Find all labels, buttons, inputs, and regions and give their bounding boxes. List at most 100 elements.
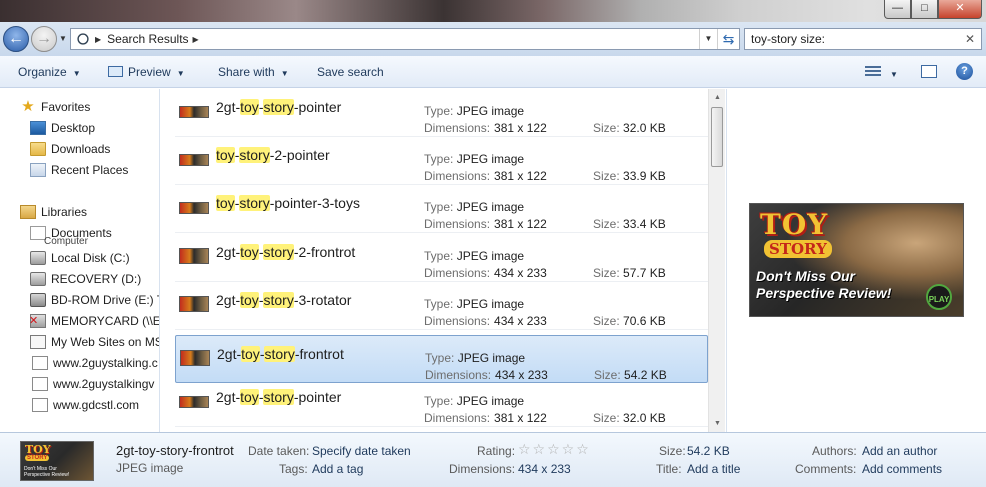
file-type: Type: JPEG image [425,351,525,365]
help-icon[interactable]: ? [956,63,973,80]
address-box[interactable]: ▶ Search Results ▶ ▼ ⇆ [70,28,740,50]
scrollbar-thumb[interactable] [711,107,723,167]
chevron-down-icon: ▼ [890,70,898,79]
sidebar-item-site[interactable]: www.2guystalking.c [30,353,158,373]
dimensions-value: 381 x 122 [494,121,547,135]
search-match-highlight: toy [216,147,235,163]
scroll-down-arrow-icon[interactable]: ▼ [709,415,726,432]
preview-image: TOY STORY Don't Miss Our Perspective Rev… [749,203,964,317]
file-row[interactable]: 2gt-toy-story-pointer Type: JPEG image Dim… [175,89,708,137]
rating-stars[interactable]: ☆☆☆☆☆ [518,441,591,458]
search-match-highlight: story [239,195,270,211]
sidebar-item-label: www.2guystalkingv [53,377,155,391]
forward-button[interactable]: → [31,26,57,52]
vertical-scrollbar[interactable]: ▲ ▼ [708,89,725,432]
file-thumbnail [179,154,209,166]
sidebar-item-my-web-sites[interactable]: My Web Sites on MS [30,332,159,352]
comments-value[interactable]: Add comments [862,462,942,476]
sidebar-item-libraries[interactable]: Libraries [20,202,87,222]
file-type: Type: JPEG image [424,152,524,166]
sidebar-item-desktop[interactable]: Desktop [30,118,95,138]
tags-value[interactable]: Add a tag [312,462,363,476]
size-label: Size: [659,444,686,458]
file-dimensions: Dimensions: 434 x 233 [424,266,547,280]
type-label: Type: [425,351,455,365]
recent-pages-dropdown[interactable]: ▼ [59,34,67,43]
search-match-highlight: toy [241,346,260,362]
search-match-highlight: toy [240,292,259,308]
file-thumbnail [179,202,209,214]
file-dimensions: Dimensions: 381 x 122 [424,121,547,135]
file-thumbnail [179,248,209,264]
play-icon: PLAY [926,284,952,310]
scroll-up-arrow-icon[interactable]: ▲ [709,89,726,106]
search-match-highlight: story [263,244,294,260]
breadcrumb-chevron-icon[interactable]: ▶ [193,35,199,44]
size-value: 54.2 KB [687,444,730,458]
share-with-button[interactable]: Share with ▼ [218,65,289,79]
sidebar-item-favorites[interactable]: ★ Favorites [20,97,90,117]
refresh-icon[interactable]: ⇆ [717,29,739,49]
minimize-button[interactable]: — [884,0,911,19]
search-input[interactable]: toy-story size: ✕ [744,28,982,50]
clear-search-icon[interactable]: ✕ [965,29,975,49]
file-row[interactable]: 2gt-toy-story-frontrot Type: JPEG image Di… [175,335,708,383]
sidebar-item-site[interactable]: www.2guystalkingv [30,374,154,394]
maximize-button[interactable]: □ [911,0,938,19]
hard-drive-icon [30,251,46,265]
authors-value[interactable]: Add an author [862,444,937,458]
rating-label: Rating: [477,444,516,458]
sidebar-item-label: Downloads [51,142,111,156]
star-icon: ★ [21,98,35,115]
organize-button[interactable]: Organize ▼ [18,65,81,79]
file-size: Size: 70.6 KB [593,314,666,328]
sidebar-item-recovery[interactable]: RECOVERY (D:) [30,269,141,289]
size-value: 32.0 KB [623,411,666,425]
file-row[interactable]: toy-story-2-pointer Type: JPEG image Dimen… [175,137,708,185]
search-match-highlight: story [263,292,294,308]
sidebar-item-label: BD-ROM Drive (E:) T [51,293,160,307]
sidebar-item-bd-rom[interactable]: BD-ROM Drive (E:) T [30,290,160,310]
view-options-dropdown[interactable]: ▼ [890,66,898,80]
breadcrumb-search-results[interactable]: Search Results [107,32,188,46]
size-label: Size: [593,217,620,231]
sidebar-item-memorycard[interactable]: MEMORYCARD (\\E [29,311,159,331]
dimensions-value: 434 x 233 [494,266,547,280]
sidebar-item-downloads[interactable]: Downloads [30,139,110,159]
libraries-icon [20,205,36,219]
file-name-part: -pointer-3-toys [269,195,360,211]
file-name-part: 2gt- [216,389,241,405]
file-row[interactable]: 2gt-toy-story-pointer Type: JPEG image Dim… [175,379,708,427]
tags-label: Tags: [279,462,308,476]
preview-button[interactable]: Preview ▼ [108,65,185,79]
preview-pane-icon[interactable] [921,65,937,78]
file-row[interactable]: 2gt-toy-story-3-rotator Type: JPEG image D… [175,282,708,330]
search-match-highlight: story [239,147,270,163]
sidebar-item-local-disk[interactable]: Local Disk (C:) [30,248,130,268]
back-button[interactable]: ← [3,26,29,52]
title-value[interactable]: Add a title [687,462,740,476]
sidebar-item-site[interactable]: www.gdcstl.com [30,395,139,415]
file-row[interactable]: toy-story-pointer-3-toys Type: JPEG image… [175,185,708,233]
change-view-icon[interactable] [865,64,881,78]
authors-label: Authors: [812,444,857,458]
details-file-name: 2gt-toy-story-frontrot [116,443,234,458]
sidebar-item-recent-places[interactable]: Recent Places [30,160,128,180]
file-dimensions: Dimensions: 434 x 233 [424,314,547,328]
search-match-highlight: toy [240,244,259,260]
type-label: Type: [424,152,454,166]
file-name-part: 2gt- [216,244,241,260]
address-dropdown-button[interactable]: ▼ [699,29,717,49]
file-row[interactable]: 2gt-toy-story-2-frontrot Type: JPEG image… [175,234,708,282]
file-type: Type: JPEG image [424,394,524,408]
dimensions-value: 381 x 122 [494,411,547,425]
save-search-button[interactable]: Save search [317,65,384,79]
bd-rom-drive-icon [30,293,46,307]
size-label: Size: [593,411,620,425]
close-button[interactable]: ✕ [938,0,982,19]
details-thumbnail: TOY STORY Don't Miss Our Perspective Rev… [20,441,94,481]
breadcrumb-chevron-icon[interactable]: ▶ [95,35,101,44]
command-bar: Organize ▼ Preview ▼ Share with ▼ Save sear… [0,56,986,88]
date-taken-value[interactable]: Specify date taken [312,444,411,458]
window-controls: — □ ✕ [884,0,982,19]
